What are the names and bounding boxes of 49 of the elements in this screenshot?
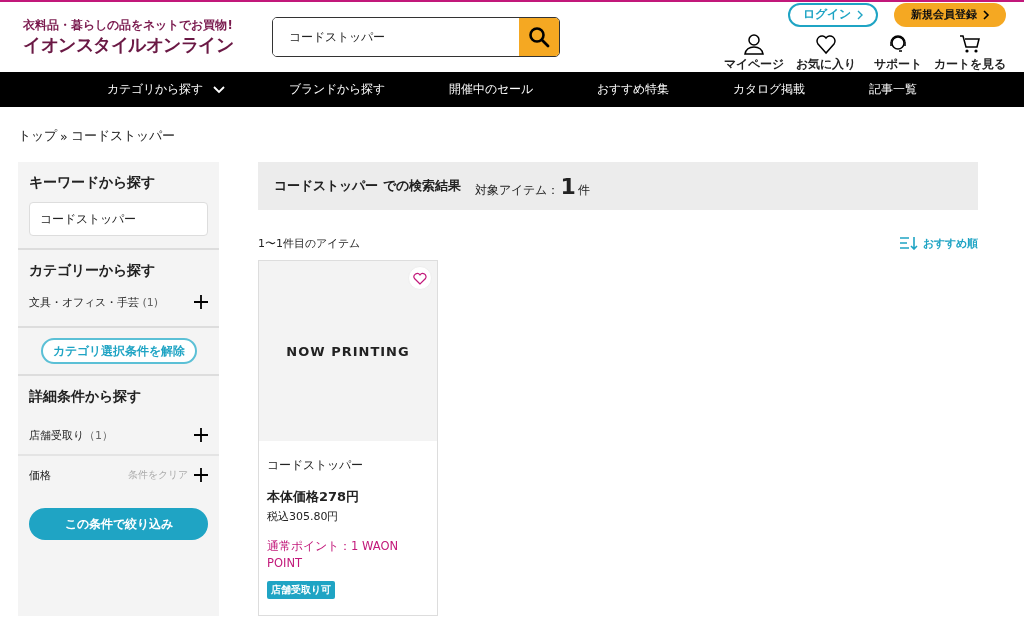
category-item[interactable]: 文具・オフィス・手芸 (1) xyxy=(29,290,208,314)
heart-icon xyxy=(413,271,427,285)
plus-icon xyxy=(194,295,208,309)
section-title: 詳細条件から探す xyxy=(29,388,142,406)
tax-price: 税込305.80円 xyxy=(267,509,339,524)
section-title: カテゴリーから探す xyxy=(29,262,156,280)
search-field[interactable]: コードストッパー xyxy=(272,17,560,57)
result-range: 1〜1件目のアイテム xyxy=(258,235,360,251)
pickup-badge: 店舗受取り可 xyxy=(267,581,335,600)
results-count: 対象アイテム：1 件 xyxy=(474,173,590,199)
results-title: コードストッパー での検索結果 xyxy=(274,177,461,195)
nav-link[interactable]: カタログ掲載 xyxy=(701,81,837,98)
breadcrumb-link[interactable]: コードストッパー xyxy=(70,127,175,145)
support-link[interactable]: サポート xyxy=(862,32,934,72)
nav-link[interactable]: 開催中のセール xyxy=(417,81,565,98)
product-card[interactable]: NOW PRINTING コードストッパー 本体価格278円 税込305.80円 通常ポイント：1 WAON POINT 店舗受取り可 xyxy=(258,260,438,616)
favorite-button[interactable] xyxy=(408,266,432,290)
favorites-link[interactable]: お気に入り xyxy=(790,32,862,72)
product-price: 本体価格278円 xyxy=(267,488,360,506)
chevron-down-icon xyxy=(213,85,225,94)
filter-item[interactable]: 店舗受取り（1） xyxy=(18,416,219,456)
sort-icon xyxy=(900,236,918,250)
logo[interactable]: イオンスタイルオンライン xyxy=(23,32,233,57)
keyword-field[interactable]: コードストッパー xyxy=(29,202,208,236)
heart-icon xyxy=(815,32,837,55)
cart-link[interactable]: カートを見る xyxy=(934,32,1006,72)
breadcrumb-link[interactable]: トップ xyxy=(18,127,57,145)
nav-link[interactable]: 記事一覧 xyxy=(837,81,949,98)
breadcrumb-separator: » xyxy=(60,128,68,144)
nav-link[interactable]: カテゴリから探す xyxy=(75,81,257,98)
image-placeholder-text: NOW PRINTING xyxy=(286,343,410,359)
plus-icon xyxy=(194,428,208,442)
nav-link[interactable]: ブランドから探す xyxy=(257,81,417,98)
register-button[interactable]: 新規会員登録 xyxy=(894,2,1006,27)
filter-item[interactable]: 価格 条件をクリア xyxy=(18,456,219,494)
user-icon xyxy=(743,32,765,55)
section-title: キーワードから探す xyxy=(29,174,156,192)
plus-icon xyxy=(194,468,208,482)
search-icon xyxy=(528,26,550,48)
tagline: 衣料品・暮らしの品をネットでお買物! xyxy=(23,17,233,33)
product-name: コードストッパー xyxy=(267,457,363,474)
nav-link[interactable]: おすすめ特集 xyxy=(565,81,701,98)
mypage-link[interactable]: マイページ xyxy=(718,32,790,72)
headset-icon xyxy=(887,32,909,55)
search-button[interactable] xyxy=(519,18,559,56)
points-text: 通常ポイント：1 WAON POINT xyxy=(267,538,400,572)
cart-icon xyxy=(959,32,981,55)
chevron-icon xyxy=(982,9,990,20)
chevron-icon xyxy=(856,9,864,20)
